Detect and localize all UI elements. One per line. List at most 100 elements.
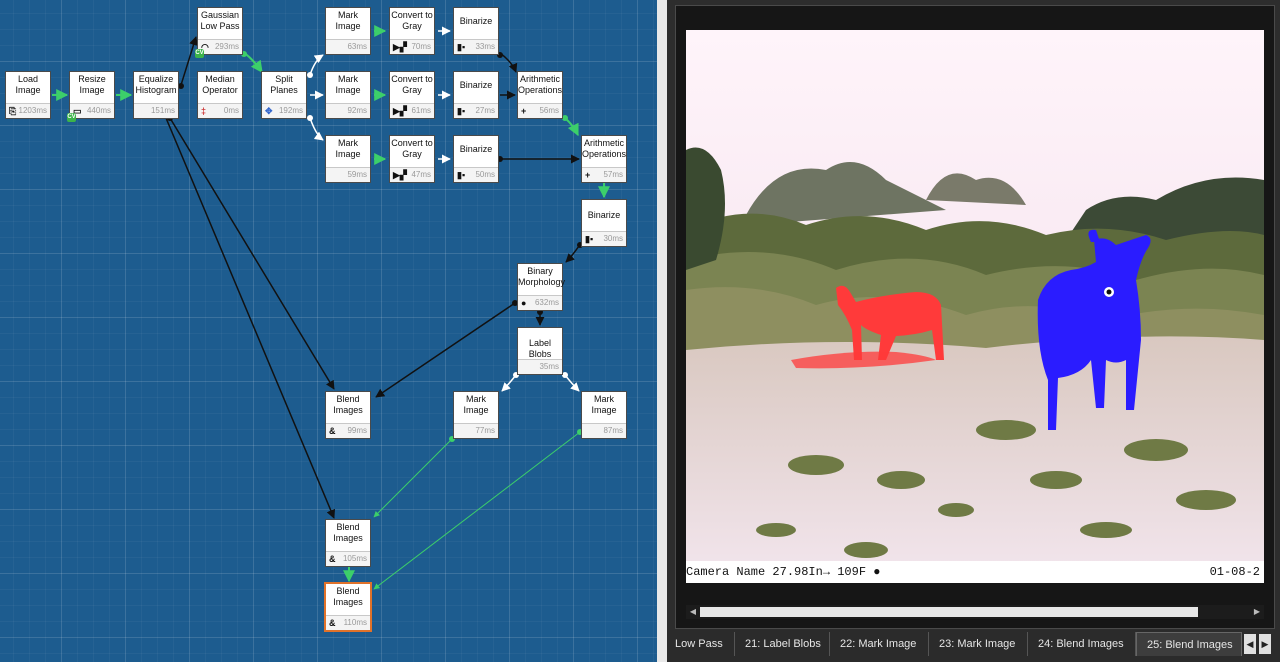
link-label-mark5 (564, 374, 580, 392)
node-median-operator[interactable]: Median Operator ‡ 0ms (197, 71, 243, 119)
node-binarize-1[interactable]: Binarize ▮▪ 33ms (453, 7, 499, 55)
tab-low-pass[interactable]: Low Pass (667, 632, 735, 656)
node-label-blobs[interactable]: Label Blobs 35ms (517, 327, 563, 375)
link-label-mark4 (501, 374, 517, 392)
cv-badge-icon: CV (195, 49, 204, 58)
median-icon: ‡ (201, 106, 207, 116)
node-title: Resize Image (78, 74, 106, 95)
node-title: Mark Image (463, 394, 489, 415)
panel-splitter[interactable] (657, 0, 667, 662)
node-title: Mark Image (335, 138, 361, 159)
node-time: 99ms (347, 426, 367, 435)
node-binarize-4[interactable]: Binarize ▮▪ 30ms (581, 199, 627, 247)
node-title: Split Planes (270, 74, 298, 95)
node-time: 92ms (347, 106, 367, 115)
binarize-icon: ▮▪ (457, 106, 466, 116)
node-time: 59ms (347, 170, 367, 179)
node-title: Binarize (459, 144, 493, 154)
plus-icon: + (585, 170, 591, 180)
result-tab-bar: Low Pass 21: Label Blobs 22: Mark Image … (667, 630, 1280, 662)
node-title: Load Image (15, 74, 41, 95)
node-time: 192ms (278, 106, 303, 115)
node-title: Blend Images (333, 586, 363, 607)
node-blend-images-1[interactable]: Blend Images & 99ms (325, 391, 371, 439)
node-mark-image-4[interactable]: Mark Image 77ms (453, 391, 499, 439)
horizontal-scrollbar[interactable]: ◀ ▶ (686, 605, 1264, 619)
tab-label-blobs[interactable]: 21: Label Blobs (735, 632, 830, 656)
plus-icon: + (521, 106, 527, 116)
scroll-right-icon[interactable]: ▶ (1250, 605, 1264, 619)
link-morph-blend1 (375, 302, 516, 398)
tab-prev-icon[interactable]: ◀ (1244, 634, 1256, 654)
node-time: 47ms (411, 170, 431, 179)
node-time: 33ms (475, 42, 495, 51)
pipeline-canvas[interactable]: Load Image ⎘ 1203ms Resize Image ▭ 440ms CV … (0, 0, 657, 662)
node-title: Blend Images (333, 394, 363, 415)
tab-mark-image-23[interactable]: 23: Mark Image (929, 632, 1028, 656)
tab-blend-images-24[interactable]: 24: Blend Images (1028, 632, 1136, 656)
node-time: 35ms (539, 362, 559, 371)
node-resize-image[interactable]: Resize Image ▭ 440ms (69, 71, 115, 119)
node-convert-gray-3[interactable]: Convert to Gray ▶▞ 47ms (389, 135, 435, 183)
node-time: 440ms (86, 106, 111, 115)
ampersand-icon: & (329, 426, 336, 436)
link-equalize-blend2 (165, 117, 336, 519)
link-split-mark1 (309, 54, 324, 76)
node-binarize-3[interactable]: Binarize ▮▪ 50ms (453, 135, 499, 183)
binarize-icon: ▮▪ (585, 234, 594, 244)
node-gaussian-low-pass[interactable]: Gaussian Low Pass ◠ 293ms (197, 7, 243, 55)
gray-convert-icon: ▶▞ (393, 106, 407, 116)
node-time: 1203ms (18, 106, 47, 115)
node-title: Blend Images (333, 522, 363, 543)
node-mark-image-5[interactable]: Mark Image 87ms (581, 391, 627, 439)
node-time: 63ms (347, 42, 367, 51)
node-title: Gaussian Low Pass (200, 10, 240, 31)
ampersand-icon: & (329, 618, 336, 628)
node-mark-image-2[interactable]: Mark Image 92ms (325, 71, 371, 119)
node-convert-gray-1[interactable]: Convert to Gray ▶▞ 70ms (389, 7, 435, 55)
node-equalize-histogram[interactable]: Equalize Histogram 151ms (133, 71, 179, 119)
result-image-scene (686, 30, 1264, 583)
node-time: 110ms (343, 618, 367, 627)
binarize-icon: ▮▪ (457, 170, 466, 180)
node-load-image[interactable]: Load Image ⎘ 1203ms (5, 71, 51, 119)
cv-badge-icon: CV (67, 113, 76, 122)
scrollbar-thumb[interactable] (700, 607, 1198, 617)
node-arithmetic-1[interactable]: Arithmetic Operations +56ms (517, 71, 563, 119)
node-time: 105ms (342, 554, 367, 563)
node-title: Arithmetic Operations (518, 74, 563, 95)
node-title: Binarize (459, 16, 493, 26)
link-split-mark3 (309, 117, 324, 141)
node-arithmetic-2[interactable]: Arithmetic Operations +57ms (581, 135, 627, 183)
node-time: 61ms (411, 106, 431, 115)
link-mark5-blend3 (373, 431, 581, 590)
link-mark4-blend2 (373, 438, 453, 518)
node-binarize-2[interactable]: Binarize ▮▪ 27ms (453, 71, 499, 119)
node-time: 293ms (214, 42, 239, 51)
scroll-left-icon[interactable]: ◀ (686, 605, 700, 619)
node-time: 70ms (411, 42, 431, 51)
tab-blend-images-25[interactable]: 25: Blend Images (1136, 632, 1242, 656)
link-binarize4-morph (565, 245, 580, 263)
node-time: 0ms (223, 106, 239, 115)
result-image[interactable]: Camera Name 27.98In→ 109F ● 01-08-2 (686, 30, 1264, 583)
node-mark-image-1[interactable]: Mark Image 63ms (325, 7, 371, 55)
node-title: Median Operator (202, 74, 238, 95)
load-image-icon: ⎘ (9, 106, 17, 116)
node-title: Mark Image (335, 74, 361, 95)
tab-next-icon[interactable]: ▶ (1259, 634, 1271, 654)
node-title: Arithmetic Operations (582, 138, 627, 159)
ampersand-icon: & (329, 554, 336, 564)
node-blend-images-2[interactable]: Blend Images & 105ms (325, 519, 371, 567)
node-title: Convert to Gray (391, 10, 433, 31)
node-split-planes[interactable]: Split Planes ✥ 192ms (261, 71, 307, 119)
node-mark-image-3[interactable]: Mark Image 59ms (325, 135, 371, 183)
node-convert-gray-2[interactable]: Convert to Gray ▶▞ 61ms (389, 71, 435, 119)
node-title: Convert to Gray (391, 74, 433, 95)
tab-mark-image-22[interactable]: 22: Mark Image (830, 632, 929, 656)
node-title: Equalize Histogram (135, 74, 177, 95)
node-blend-images-3[interactable]: Blend Images & 110ms (325, 583, 371, 631)
node-time: 56ms (539, 106, 559, 115)
node-time: 77ms (475, 426, 495, 435)
node-binary-morphology[interactable]: Binary Morphology ● 632ms (517, 263, 565, 311)
